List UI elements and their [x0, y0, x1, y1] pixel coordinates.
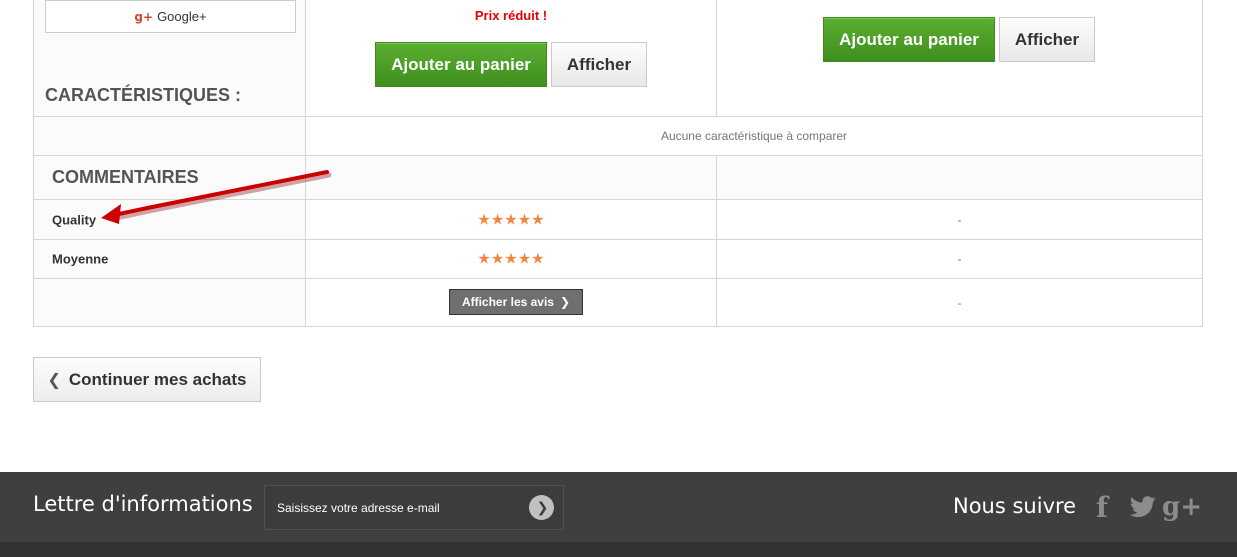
continue-shopping-label: Continuer mes achats — [68, 369, 247, 389]
product-1-actions: Prix réduit ! Ajouter au panier Afficher — [305, 0, 716, 116]
no-rating-value: - — [957, 212, 962, 227]
newsletter-submit-button[interactable]: ❯ — [529, 495, 554, 520]
continue-shopping-button[interactable]: ❮ Continuer mes achats — [33, 357, 261, 402]
product-1-reviews-cell: Afficher les avis ❯ — [305, 279, 716, 326]
google-plus-share-button[interactable]: g+ Google+ — [45, 0, 296, 33]
no-reviews-value: - — [957, 295, 962, 310]
google-plus-label: Google+ — [157, 9, 207, 24]
add-to-cart-button[interactable]: Ajouter au panier — [823, 17, 995, 62]
star-rating: ★★★★★ — [477, 249, 545, 268]
no-features-message: Aucune caractéristique à comparer — [305, 117, 1203, 155]
product-1-rating-cell: ★★★★★ — [305, 200, 716, 239]
follow-us-title: Nous suivre — [953, 494, 1077, 518]
product-actions-row: g+ Google+ Caractéristiques : Prix rédui… — [33, 0, 1203, 117]
reviews-label-cell — [33, 279, 305, 326]
reviews-row: Afficher les avis ❯ - — [33, 279, 1203, 327]
footer-bottom-bar — [0, 542, 1237, 557]
characteristics-title: Caractéristiques : — [45, 85, 242, 105]
newsletter-form: ❯ — [264, 485, 564, 530]
show-reviews-label: Afficher les avis — [461, 295, 554, 309]
label-column-top: g+ Google+ Caractéristiques : — [33, 0, 305, 116]
chevron-right-icon: ❯ — [536, 499, 549, 515]
criterion-row-quality: Quality ★★★★★ - — [33, 200, 1203, 240]
comments-header-empty — [716, 156, 1203, 199]
footer: Lettre d'informations ❯ Nous suivre f g+ — [0, 472, 1237, 557]
view-product-button[interactable]: Afficher — [999, 17, 1095, 62]
product-comparison-table: g+ Google+ Caractéristiques : Prix rédui… — [33, 0, 1203, 327]
chevron-right-icon: ❯ — [559, 295, 571, 309]
view-product-button[interactable]: Afficher — [551, 42, 647, 87]
product-2-rating-cell: - — [716, 200, 1203, 239]
comments-header-row: Commentaires — [33, 156, 1203, 200]
criterion-label: Moyenne — [52, 251, 109, 267]
comments-header-empty — [305, 156, 716, 199]
google-plus-icon[interactable]: g+ — [1162, 492, 1202, 522]
google-plus-icon: g+ — [134, 9, 154, 24]
facebook-icon[interactable]: f — [1090, 491, 1114, 524]
chevron-left-icon: ❮ — [47, 371, 61, 389]
newsletter-title: Lettre d'informations — [33, 492, 253, 516]
features-label-cell — [33, 117, 305, 155]
criterion-row-average: Moyenne ★★★★★ - — [33, 240, 1203, 279]
twitter-icon[interactable] — [1128, 492, 1158, 522]
product-2-rating-cell: - — [716, 240, 1203, 278]
no-rating-value: - — [957, 252, 962, 266]
add-to-cart-button[interactable]: Ajouter au panier — [375, 42, 547, 87]
product-2-reviews-cell: - — [716, 279, 1203, 326]
criterion-label-cell: Moyenne — [33, 240, 305, 278]
product-1-rating-cell: ★★★★★ — [305, 240, 716, 278]
product-2-actions: Ajouter au panier Afficher — [716, 0, 1203, 116]
star-rating: ★★★★★ — [477, 210, 545, 228]
criterion-label: Quality — [52, 212, 97, 227]
comments-header-cell: Commentaires — [33, 156, 305, 199]
newsletter-email-input[interactable] — [265, 486, 520, 529]
features-row: Aucune caractéristique à comparer — [33, 117, 1203, 156]
comments-title: Commentaires — [52, 167, 199, 187]
show-reviews-button[interactable]: Afficher les avis ❯ — [449, 289, 583, 315]
promo-label: Prix réduit ! — [474, 8, 548, 23]
criterion-label-cell: Quality — [33, 200, 305, 239]
